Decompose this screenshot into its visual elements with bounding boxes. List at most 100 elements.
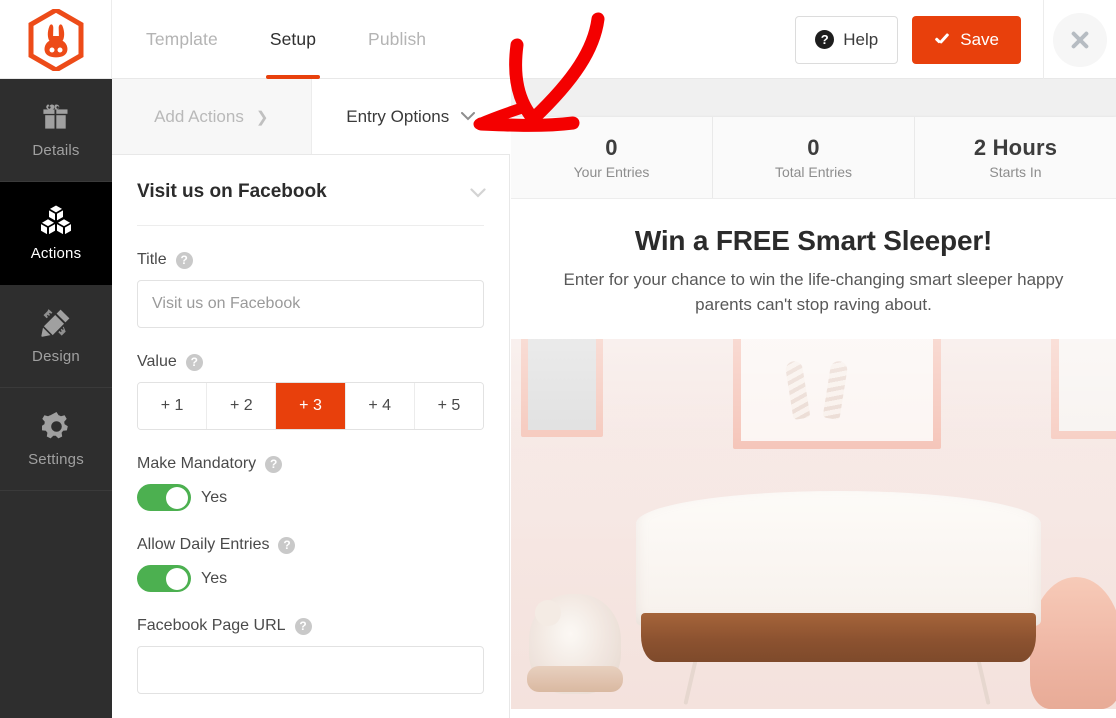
field-mandatory-label-row: Make Mandatory ? [137, 455, 484, 473]
field-facebook-page-url: Facebook Page URL ? [137, 617, 484, 694]
mandatory-toggle-state: Yes [201, 488, 228, 506]
stats-bar: 0 Your Entries 0 Total Entries 2 Hours S… [511, 117, 1116, 199]
close-button[interactable] [1044, 0, 1116, 79]
field-allow-daily-entries: Allow Daily Entries ? Yes [137, 536, 484, 592]
facebook-page-url-input[interactable] [137, 646, 484, 694]
pencil-ruler-icon [39, 307, 73, 339]
sidebar-item-actions[interactable]: Actions [0, 182, 112, 285]
help-button[interactable]: ? Help [795, 15, 899, 64]
field-value-label: Value [137, 353, 177, 370]
tab-template-label: Template [146, 29, 218, 49]
daily-entries-toggle[interactable] [137, 565, 191, 592]
toggle-knob [166, 567, 188, 590]
sidebar-item-actions-label: Actions [30, 245, 82, 262]
field-mandatory-label: Make Mandatory [137, 455, 257, 472]
giveaway-preview: 0 Your Entries 0 Total Entries 2 Hours S… [511, 79, 1116, 718]
giveaway-header: Win a FREE Smart Sleeper! Enter for your… [511, 199, 1116, 340]
daily-toggle-state: Yes [201, 569, 228, 587]
value-option-2[interactable]: + 2 [207, 383, 277, 429]
stat-total-entries-number: 0 [807, 135, 820, 160]
main-tabs: Template Setup Publish [120, 0, 452, 79]
stat-starts-in-label: Starts In [989, 164, 1042, 180]
cubes-icon [39, 204, 73, 236]
question-circle-icon[interactable]: ? [185, 353, 203, 371]
gift-icon [39, 101, 73, 133]
save-button-label: Save [960, 29, 999, 49]
giveaway-subtext: Enter for your chance to win the life-ch… [563, 270, 1064, 314]
top-bar: Template Setup Publish ? Help Save [0, 0, 1116, 79]
rafflepress-giveaway-builder: Template Setup Publish ? Help Save Detai… [0, 0, 1116, 718]
tab-template[interactable]: Template [120, 0, 244, 79]
wall-frame-left [521, 339, 603, 438]
subtab-add-actions[interactable]: Add Actions ❯ [112, 79, 312, 154]
sidebar-item-design-label: Design [32, 348, 80, 365]
accordion-header-visit-facebook[interactable]: Visit us on Facebook [137, 155, 486, 226]
close-button-circle [1053, 12, 1107, 67]
stat-total-entries-label: Total Entries [774, 164, 853, 180]
subtab-add-actions-label: Add Actions [154, 106, 244, 126]
sidebar-item-settings-label: Settings [28, 451, 84, 468]
close-icon [1069, 29, 1091, 51]
value-option-5[interactable]: + 5 [414, 383, 483, 429]
mandatory-toggle-row: Yes [137, 484, 484, 511]
stat-starts-in: 2 Hours Starts In [915, 117, 1116, 198]
top-bar-actions: ? Help Save [795, 0, 1116, 79]
app-logo[interactable] [0, 0, 112, 79]
question-circle-icon: ? [815, 30, 835, 49]
stuffed-animal-right [1030, 577, 1116, 710]
chevron-down-icon[interactable] [470, 187, 486, 198]
stat-total-entries: 0 Total Entries [713, 117, 915, 198]
title-input[interactable] [137, 280, 484, 328]
field-daily-label: Allow Daily Entries [137, 536, 270, 553]
field-title-label-row: Title ? [137, 251, 484, 269]
stuffed-animal-left [527, 594, 623, 695]
nursery-bassinet-photo [511, 339, 1116, 710]
wall-frame-center [733, 339, 941, 450]
field-url-label-row: Facebook Page URL ? [137, 617, 484, 635]
sidebar: Details Actions Design Settings [0, 79, 112, 718]
field-make-mandatory: Make Mandatory ? Yes [137, 455, 484, 511]
check-icon [934, 32, 950, 48]
question-circle-icon[interactable]: ? [175, 251, 193, 269]
field-value: Value ? + 1 + 2 + 3 + 4 + 5 [137, 353, 484, 430]
chevron-down-icon [461, 112, 476, 121]
wall-frame-right [1051, 339, 1116, 440]
value-option-3[interactable]: + 3 [276, 383, 346, 429]
bassinet-wood-band [641, 613, 1036, 663]
entry-options-form: Visit us on Facebook Title ? Value ? + 1… [112, 155, 510, 718]
question-circle-icon[interactable]: ? [265, 455, 283, 473]
tab-publish[interactable]: Publish [342, 0, 452, 79]
subtab-entry-options[interactable]: Entry Options [311, 79, 510, 154]
tab-setup-label: Setup [269, 29, 317, 49]
sidebar-item-details[interactable]: Details [0, 79, 112, 182]
toggle-knob [166, 486, 188, 509]
question-circle-icon[interactable]: ? [294, 617, 312, 635]
stat-starts-in-number: 2 Hours [973, 135, 1058, 160]
stat-your-entries-label: Your Entries [573, 164, 650, 180]
accordion-title: Visit us on Facebook [137, 181, 327, 202]
sidebar-item-settings[interactable]: Settings [0, 388, 112, 491]
question-circle-icon[interactable]: ? [278, 536, 296, 554]
value-option-4[interactable]: + 4 [345, 383, 415, 429]
rabbit-hexagon-logo-icon [28, 6, 84, 73]
save-button[interactable]: Save [912, 15, 1021, 64]
value-segmented-control: + 1 + 2 + 3 + 4 + 5 [137, 382, 484, 430]
field-url-label: Facebook Page URL [137, 617, 286, 634]
tab-publish-label: Publish [368, 29, 427, 49]
daily-toggle-row: Yes [137, 565, 484, 592]
giveaway-card: 0 Your Entries 0 Total Entries 2 Hours S… [511, 117, 1116, 718]
stat-your-entries-number: 0 [605, 135, 618, 160]
bassinet-body [636, 491, 1041, 627]
field-daily-label-row: Allow Daily Entries ? [137, 536, 484, 554]
field-title-label: Title [137, 251, 167, 268]
field-title: Title ? [137, 251, 484, 328]
chevron-right-icon: ❯ [255, 108, 269, 126]
value-option-1[interactable]: + 1 [138, 383, 208, 429]
giveaway-headline: Win a FREE Smart Sleeper! [634, 225, 993, 256]
mandatory-toggle[interactable] [137, 484, 191, 511]
sidebar-item-details-label: Details [32, 142, 80, 159]
gear-icon [39, 410, 73, 442]
stat-your-entries: 0 Your Entries [511, 117, 713, 198]
sidebar-item-design[interactable]: Design [0, 285, 112, 388]
tab-setup[interactable]: Setup [244, 0, 342, 79]
